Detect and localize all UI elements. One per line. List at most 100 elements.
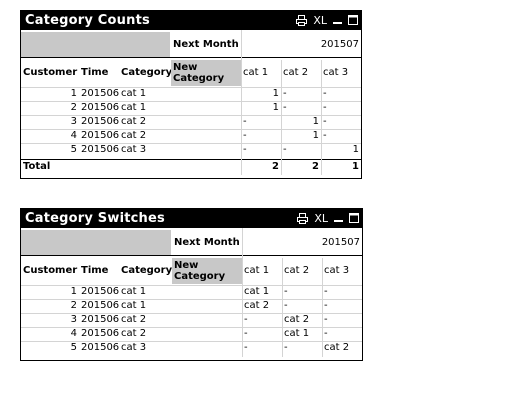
category-counts-pivot-table[interactable]: Category Counts XL Next Month 201507 Cus… xyxy=(20,10,362,179)
cell-value-cat3: - xyxy=(324,300,328,311)
header-cat2[interactable]: cat 2 xyxy=(282,258,322,284)
cell-time[interactable]: 201506 xyxy=(79,286,119,299)
cell-customer[interactable]: 5 xyxy=(21,144,79,157)
cell-value-cat2: - xyxy=(283,102,287,113)
cell-category[interactable]: cat 3 xyxy=(119,342,172,355)
cell-value-cat3: - xyxy=(323,102,327,113)
header-time[interactable]: Time xyxy=(79,60,119,86)
cell-category[interactable]: cat 2 xyxy=(119,130,171,143)
cell-value-cat2: - xyxy=(284,300,288,311)
cell-value-cat1: cat 2 xyxy=(244,300,270,311)
column-divider xyxy=(242,228,243,357)
cell-value-cat3: cat 2 xyxy=(324,342,350,353)
printer-icon[interactable] xyxy=(296,13,308,27)
header-time[interactable]: Time xyxy=(79,258,119,284)
column-divider xyxy=(282,258,283,357)
cell-customer[interactable]: 3 xyxy=(21,116,79,129)
header-category[interactable]: Category xyxy=(119,60,171,86)
cell-value-cat1: - xyxy=(244,314,248,325)
cell-customer[interactable]: 4 xyxy=(21,130,79,143)
category-switches-title-bar[interactable]: Category Switches XL xyxy=(21,209,362,228)
category-switches-pivot-table[interactable]: Category Switches XL Next Month 201507 C… xyxy=(20,208,363,361)
column-divider xyxy=(322,258,323,357)
total-divider xyxy=(21,159,361,160)
column-divider xyxy=(321,60,322,175)
cell-time[interactable]: 201506 xyxy=(79,300,119,313)
header-cat2[interactable]: cat 2 xyxy=(281,60,321,86)
header-customer[interactable]: Customer xyxy=(21,258,79,284)
cell-customer[interactable]: 1 xyxy=(21,88,79,101)
divider xyxy=(21,57,361,58)
header-category[interactable]: Category xyxy=(119,258,172,284)
header-cat3[interactable]: cat 3 xyxy=(322,258,362,284)
header-cat3[interactable]: cat 3 xyxy=(321,60,361,86)
total-cat2: 2 xyxy=(312,161,319,172)
excel-export-icon[interactable]: XL xyxy=(314,211,328,225)
column-divider xyxy=(241,30,242,175)
category-counts-grid: Next Month 201507 Customer Time Category… xyxy=(21,30,361,177)
minimize-icon[interactable] xyxy=(333,13,342,27)
cell-time[interactable]: 201506 xyxy=(79,130,119,143)
header-customer[interactable]: Customer xyxy=(21,60,79,86)
cell-category[interactable]: cat 2 xyxy=(119,314,172,327)
excel-export-icon[interactable]: XL xyxy=(313,13,327,27)
total-cat3: 1 xyxy=(352,161,359,172)
cell-value-cat2: - xyxy=(284,286,288,297)
cell-value-cat3: - xyxy=(324,328,328,339)
cell-time[interactable]: 201506 xyxy=(79,144,119,157)
cell-value-cat3: - xyxy=(324,314,328,325)
cell-customer[interactable]: 2 xyxy=(21,102,79,115)
next-month-value[interactable]: 201507 xyxy=(241,32,361,57)
cell-time[interactable]: 201506 xyxy=(79,342,119,355)
column-divider xyxy=(281,60,282,175)
next-month-label[interactable]: Next Month xyxy=(171,32,241,57)
maximize-icon[interactable] xyxy=(349,211,359,225)
cell-value-cat2: cat 2 xyxy=(284,314,310,325)
cell-value-cat1: - xyxy=(243,144,247,155)
cell-time[interactable]: 201506 xyxy=(79,88,119,101)
cell-value-cat2: - xyxy=(283,88,287,99)
total-cat1: 2 xyxy=(272,161,279,172)
cell-category[interactable]: cat 1 xyxy=(119,300,172,313)
cell-customer[interactable]: 1 xyxy=(21,286,79,299)
cell-time[interactable]: 201506 xyxy=(79,102,119,115)
cell-category[interactable]: cat 2 xyxy=(119,328,172,341)
cell-value-cat1: - xyxy=(243,116,247,127)
cell-category[interactable]: cat 1 xyxy=(119,88,171,101)
cell-value-cat1: - xyxy=(243,130,247,141)
cell-category[interactable]: cat 2 xyxy=(119,116,171,129)
header-new-category[interactable]: New Category xyxy=(172,258,242,284)
cell-value-cat1: 1 xyxy=(272,88,279,99)
header-cat1[interactable]: cat 1 xyxy=(242,258,282,284)
cell-customer[interactable]: 4 xyxy=(21,328,79,341)
cell-time[interactable]: 201506 xyxy=(79,116,119,129)
header-cat1[interactable]: cat 1 xyxy=(241,60,281,86)
cell-value-cat3: - xyxy=(323,116,327,127)
cell-customer[interactable]: 5 xyxy=(21,342,79,355)
category-counts-title-bar[interactable]: Category Counts XL xyxy=(21,11,361,30)
cell-value-cat3: - xyxy=(323,88,327,99)
pivot-dimension-area[interactable] xyxy=(21,32,170,57)
cell-category[interactable]: cat 1 xyxy=(119,286,172,299)
minimize-icon[interactable] xyxy=(334,211,343,225)
maximize-icon[interactable] xyxy=(348,13,358,27)
cell-value-cat2: - xyxy=(283,144,287,155)
cell-customer[interactable]: 2 xyxy=(21,300,79,313)
cell-category[interactable]: cat 3 xyxy=(119,144,171,157)
cell-value-cat1: - xyxy=(244,328,248,339)
next-month-label[interactable]: Next Month xyxy=(172,230,242,255)
cell-customer[interactable]: 3 xyxy=(21,314,79,327)
cell-time[interactable]: 201506 xyxy=(79,314,119,327)
pivot-dimension-area[interactable] xyxy=(21,230,171,255)
cell-category[interactable]: cat 1 xyxy=(119,102,171,115)
cell-value-cat1: cat 1 xyxy=(244,286,270,297)
category-switches-title: Category Switches xyxy=(25,211,165,226)
cell-value-cat2: 1 xyxy=(312,116,319,127)
printer-icon[interactable] xyxy=(297,211,309,225)
cell-value-cat1: - xyxy=(244,342,248,353)
header-new-category[interactable]: New Category xyxy=(171,60,241,86)
cell-value-cat2: cat 1 xyxy=(284,328,310,339)
next-month-value[interactable]: 201507 xyxy=(242,230,362,255)
cell-time[interactable]: 201506 xyxy=(79,328,119,341)
cell-value-cat2: - xyxy=(284,342,288,353)
